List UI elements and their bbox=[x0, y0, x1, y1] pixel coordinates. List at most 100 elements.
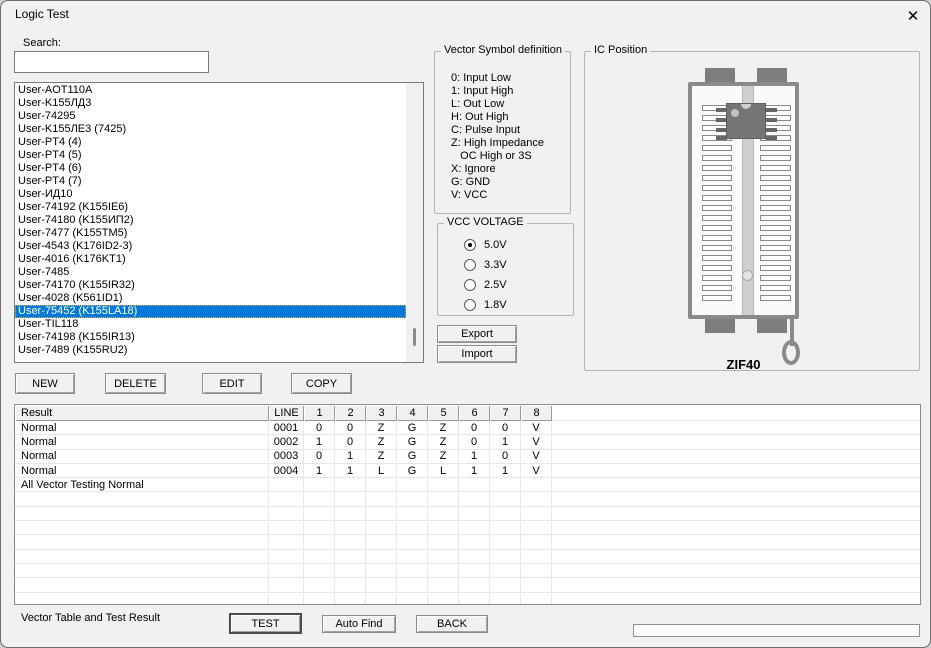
result-cell: All Vector Testing Normal bbox=[15, 478, 269, 491]
close-icon[interactable]: ✕ bbox=[900, 4, 926, 28]
list-item[interactable]: User-74192 (K155IE6) bbox=[15, 201, 406, 214]
list-item[interactable]: User-ИД10 bbox=[15, 188, 406, 201]
column-header: 4 bbox=[397, 405, 428, 421]
vector-cell bbox=[397, 492, 428, 505]
list-item[interactable]: User-7489 (K155RU2) bbox=[15, 344, 406, 357]
table-row[interactable] bbox=[15, 492, 920, 506]
table-row[interactable]: Normal000210ZGZ01V bbox=[15, 435, 920, 449]
line-cell: 0003 bbox=[269, 450, 304, 463]
ic-position-group: IC Position ZIF40 bbox=[584, 51, 920, 371]
vector-cell: L bbox=[428, 464, 459, 477]
vector-cell bbox=[490, 550, 521, 563]
pin-slot bbox=[702, 165, 732, 171]
table-row[interactable]: Normal000411LGL11V bbox=[15, 464, 920, 478]
vector-cell bbox=[366, 521, 397, 534]
table-row[interactable]: Normal000100ZGZ00V bbox=[15, 421, 920, 435]
pin-slot bbox=[702, 285, 732, 291]
list-item[interactable]: User-PT4 (7) bbox=[15, 175, 406, 188]
pin-slot bbox=[760, 255, 791, 261]
vector-cell bbox=[335, 535, 366, 548]
vector-cell bbox=[335, 492, 366, 505]
delete-button[interactable]: DELETE bbox=[105, 373, 166, 394]
test-button[interactable]: TEST bbox=[229, 613, 302, 634]
back-button[interactable]: BACK bbox=[416, 615, 488, 633]
zif-socket bbox=[688, 82, 799, 319]
vector-cell bbox=[397, 478, 428, 491]
vector-cell bbox=[521, 521, 552, 534]
auto-find-button[interactable]: Auto Find bbox=[322, 615, 396, 633]
vcc-option-label: 3.3V bbox=[484, 259, 507, 271]
column-header: 8 bbox=[521, 405, 552, 421]
vector-cell bbox=[428, 593, 459, 605]
line-cell: 0004 bbox=[269, 464, 304, 477]
vcc-option-2.5V[interactable]: 2.5V bbox=[464, 278, 507, 292]
table-row[interactable] bbox=[15, 521, 920, 535]
vcc-option-1.8V[interactable]: 1.8V bbox=[464, 298, 507, 312]
vector-cell bbox=[397, 507, 428, 520]
window-title: Logic Test bbox=[15, 7, 69, 21]
result-cell: Normal bbox=[15, 421, 269, 434]
vector-cell bbox=[428, 564, 459, 577]
list-item[interactable]: User-PT4 (5) bbox=[15, 149, 406, 162]
list-item[interactable]: User-AOT110A bbox=[15, 84, 406, 97]
column-header: 7 bbox=[490, 405, 521, 421]
vector-cell: 1 bbox=[335, 450, 366, 463]
import-button[interactable]: Import bbox=[437, 345, 517, 363]
result-cell bbox=[15, 507, 269, 520]
list-item[interactable]: User-TIL118 bbox=[15, 318, 406, 331]
row-filler bbox=[552, 507, 920, 520]
socket-bottom-right-tab bbox=[757, 317, 787, 333]
list-item[interactable]: User-7485 bbox=[15, 266, 406, 279]
table-row[interactable] bbox=[15, 535, 920, 549]
vcc-option-label: 5.0V bbox=[484, 239, 507, 251]
edit-button[interactable]: EDIT bbox=[202, 373, 262, 394]
list-item[interactable]: User-74295 bbox=[15, 110, 406, 123]
list-item[interactable]: User-74170 (K155IR32) bbox=[15, 279, 406, 292]
vector-symbol-line: X: Ignore bbox=[451, 163, 544, 176]
vector-cell bbox=[521, 550, 552, 563]
table-row[interactable] bbox=[15, 593, 920, 605]
table-row[interactable] bbox=[15, 564, 920, 578]
list-item[interactable]: User-74180 (K155ИП2) bbox=[15, 214, 406, 227]
list-item[interactable]: User-74198 (K155IR13) bbox=[15, 331, 406, 344]
list-item[interactable]: User-4016 (K176KT1) bbox=[15, 253, 406, 266]
listbox-scrollbar-thumb[interactable] bbox=[413, 328, 416, 346]
table-row[interactable] bbox=[15, 578, 920, 592]
column-header: Result bbox=[15, 405, 269, 421]
new-button[interactable]: NEW bbox=[15, 373, 75, 394]
result-table: ResultLINE12345678 Normal000100ZGZ00VNor… bbox=[14, 404, 921, 605]
list-item[interactable]: User-4028 (K561ID1) bbox=[15, 292, 406, 305]
vcc-option-3.3V[interactable]: 3.3V bbox=[464, 258, 507, 272]
result-cell bbox=[15, 521, 269, 534]
list-item[interactable]: User-75452 (K155LA18) bbox=[15, 305, 406, 318]
list-item[interactable]: User-4543 (K176ID2-3) bbox=[15, 240, 406, 253]
vector-cell bbox=[366, 535, 397, 548]
row-filler bbox=[552, 521, 920, 534]
pin-slot bbox=[760, 225, 791, 231]
table-row[interactable] bbox=[15, 550, 920, 564]
line-cell bbox=[269, 535, 304, 548]
vector-symbol-line: V: VCC bbox=[451, 189, 544, 202]
vector-cell bbox=[459, 535, 490, 548]
list-item[interactable]: User-PT4 (4) bbox=[15, 136, 406, 149]
search-input[interactable] bbox=[14, 51, 209, 73]
vector-cell: 0 bbox=[459, 421, 490, 434]
list-item[interactable]: User-PT4 (6) bbox=[15, 162, 406, 175]
vector-cell bbox=[304, 507, 335, 520]
copy-button[interactable]: COPY bbox=[291, 373, 352, 394]
vector-cell bbox=[428, 521, 459, 534]
vector-cell: V bbox=[521, 421, 552, 434]
vcc-option-5.0V[interactable]: 5.0V bbox=[464, 238, 507, 252]
list-item[interactable]: User-7477 (K155TM5) bbox=[15, 227, 406, 240]
table-row[interactable]: Normal000301ZGZ10V bbox=[15, 450, 920, 464]
vector-symbol-group: Vector Symbol definition 0: Input Low1: … bbox=[434, 51, 571, 214]
export-button[interactable]: Export bbox=[437, 325, 517, 343]
table-row[interactable]: All Vector Testing Normal bbox=[15, 478, 920, 492]
listbox-scrollbar-track[interactable] bbox=[406, 83, 423, 362]
pin-slot bbox=[702, 225, 732, 231]
vector-cell bbox=[459, 578, 490, 591]
table-row[interactable] bbox=[15, 507, 920, 521]
list-item[interactable]: User-K155ЛД3 bbox=[15, 97, 406, 110]
vector-cell bbox=[521, 535, 552, 548]
list-item[interactable]: User-K155ЛЕ3 (7425) bbox=[15, 123, 406, 136]
